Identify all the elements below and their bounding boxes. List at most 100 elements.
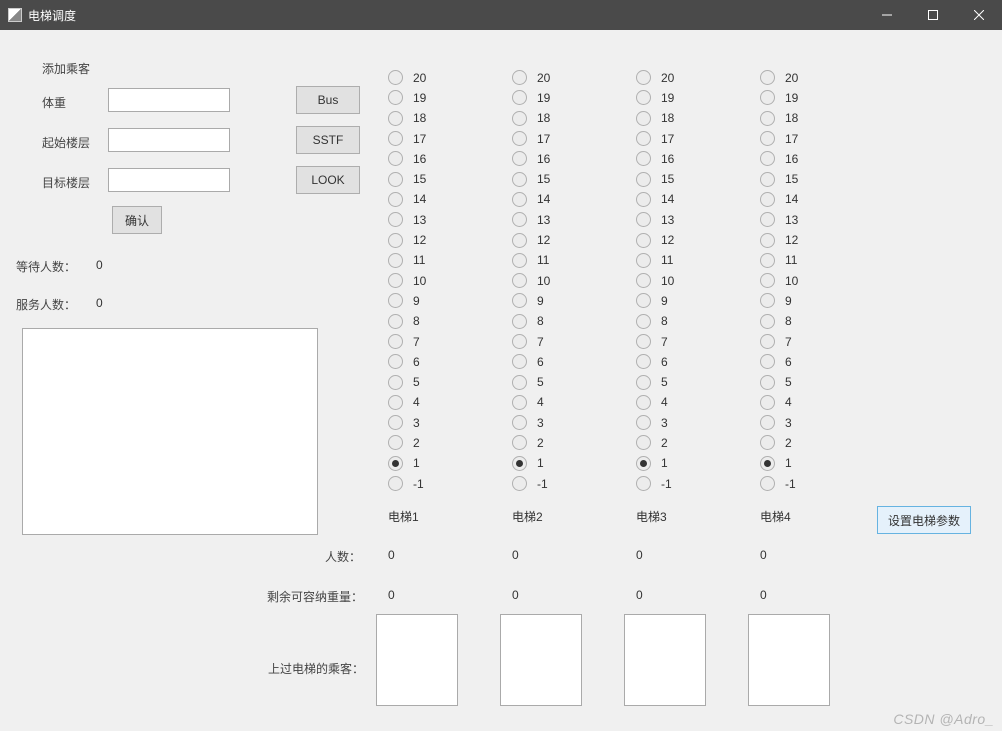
floor-radio[interactable] <box>760 435 775 450</box>
floor-radio[interactable] <box>388 456 403 471</box>
floor-radio[interactable] <box>388 415 403 430</box>
floor-radio[interactable] <box>636 273 651 288</box>
floor-radio[interactable] <box>388 395 403 410</box>
floor-radio[interactable] <box>512 415 527 430</box>
floor-radio[interactable] <box>388 90 403 105</box>
floor-radio[interactable] <box>388 111 403 126</box>
start-floor-input[interactable] <box>108 128 230 152</box>
weight-input[interactable] <box>108 88 230 112</box>
floor-radio[interactable] <box>760 172 775 187</box>
floor-radio[interactable] <box>512 172 527 187</box>
floor-radio[interactable] <box>388 172 403 187</box>
floor-radio[interactable] <box>636 395 651 410</box>
floor-radio[interactable] <box>760 90 775 105</box>
floor-radio[interactable] <box>512 456 527 471</box>
floor-radio[interactable] <box>512 111 527 126</box>
floor-radio[interactable] <box>512 192 527 207</box>
floor-radio[interactable] <box>760 233 775 248</box>
floor-radio[interactable] <box>388 151 403 166</box>
floor-radio[interactable] <box>388 253 403 268</box>
floor-radio[interactable] <box>512 253 527 268</box>
floor-radio[interactable] <box>388 192 403 207</box>
floor-radio[interactable] <box>760 293 775 308</box>
floor-radio[interactable] <box>636 192 651 207</box>
floor-radio[interactable] <box>636 253 651 268</box>
target-floor-input[interactable] <box>108 168 230 192</box>
floor-radio[interactable] <box>760 131 775 146</box>
floor-radio[interactable] <box>388 233 403 248</box>
floor-radio[interactable] <box>636 111 651 126</box>
floor-radio[interactable] <box>760 273 775 288</box>
floor-radio[interactable] <box>760 476 775 491</box>
floor-radio[interactable] <box>760 334 775 349</box>
passenger-listbox[interactable] <box>624 614 706 706</box>
maximize-button[interactable] <box>910 0 956 30</box>
floor-radio[interactable] <box>636 70 651 85</box>
passenger-listbox[interactable] <box>376 614 458 706</box>
floor-radio[interactable] <box>636 354 651 369</box>
set-elevator-params-button[interactable]: 设置电梯参数 <box>877 506 971 534</box>
floor-radio[interactable] <box>760 192 775 207</box>
floor-radio[interactable] <box>512 476 527 491</box>
floor-radio[interactable] <box>636 456 651 471</box>
algorithm-sstf-button[interactable]: SSTF <box>296 126 360 154</box>
floor-radio[interactable] <box>388 70 403 85</box>
minimize-button[interactable] <box>864 0 910 30</box>
floor-radio[interactable] <box>512 70 527 85</box>
floor-radio[interactable] <box>760 395 775 410</box>
floor-radio[interactable] <box>512 131 527 146</box>
algorithm-bus-button[interactable]: Bus <box>296 86 360 114</box>
floor-radio[interactable] <box>760 456 775 471</box>
floor-radio[interactable] <box>388 314 403 329</box>
passenger-listbox[interactable] <box>500 614 582 706</box>
floor-radio[interactable] <box>760 111 775 126</box>
floor-radio[interactable] <box>388 375 403 390</box>
algorithm-look-button[interactable]: LOOK <box>296 166 360 194</box>
floor-radio[interactable] <box>636 415 651 430</box>
floor-radio[interactable] <box>760 70 775 85</box>
floor-radio[interactable] <box>388 334 403 349</box>
floor-radio[interactable] <box>636 293 651 308</box>
floor-radio[interactable] <box>760 151 775 166</box>
floor-radio[interactable] <box>512 354 527 369</box>
floor-radio[interactable] <box>388 293 403 308</box>
floor-radio[interactable] <box>512 273 527 288</box>
floor-radio[interactable] <box>760 253 775 268</box>
floor-radio[interactable] <box>760 314 775 329</box>
passenger-listbox[interactable] <box>748 614 830 706</box>
floor-radio[interactable] <box>512 293 527 308</box>
floor-radio[interactable] <box>512 334 527 349</box>
floor-radio[interactable] <box>388 476 403 491</box>
floor-radio[interactable] <box>636 435 651 450</box>
floor-radio[interactable] <box>388 273 403 288</box>
floor-radio[interactable] <box>512 212 527 227</box>
floor-radio[interactable] <box>388 354 403 369</box>
floor-radio[interactable] <box>636 90 651 105</box>
confirm-button[interactable]: 确认 <box>112 206 162 234</box>
floor-radio[interactable] <box>760 375 775 390</box>
floor-radio[interactable] <box>388 435 403 450</box>
floor-radio[interactable] <box>388 212 403 227</box>
floor-radio[interactable] <box>760 354 775 369</box>
floor-radio[interactable] <box>760 415 775 430</box>
close-button[interactable] <box>956 0 1002 30</box>
floor-radio[interactable] <box>636 233 651 248</box>
floor-radio[interactable] <box>636 375 651 390</box>
floor-radio[interactable] <box>512 435 527 450</box>
floor-radio[interactable] <box>512 151 527 166</box>
floor-radio[interactable] <box>512 90 527 105</box>
floor-radio[interactable] <box>512 314 527 329</box>
floor-radio[interactable] <box>636 131 651 146</box>
floor-radio[interactable] <box>388 131 403 146</box>
floor-radio[interactable] <box>512 375 527 390</box>
floor-radio[interactable] <box>636 212 651 227</box>
floor-radio[interactable] <box>636 151 651 166</box>
floor-radio[interactable] <box>636 476 651 491</box>
floor-radio[interactable] <box>512 233 527 248</box>
floor-radio[interactable] <box>636 334 651 349</box>
floor-radio[interactable] <box>760 212 775 227</box>
floor-radio[interactable] <box>636 172 651 187</box>
floor-radio[interactable] <box>512 395 527 410</box>
floor-radio[interactable] <box>636 314 651 329</box>
log-listbox[interactable] <box>22 328 318 535</box>
